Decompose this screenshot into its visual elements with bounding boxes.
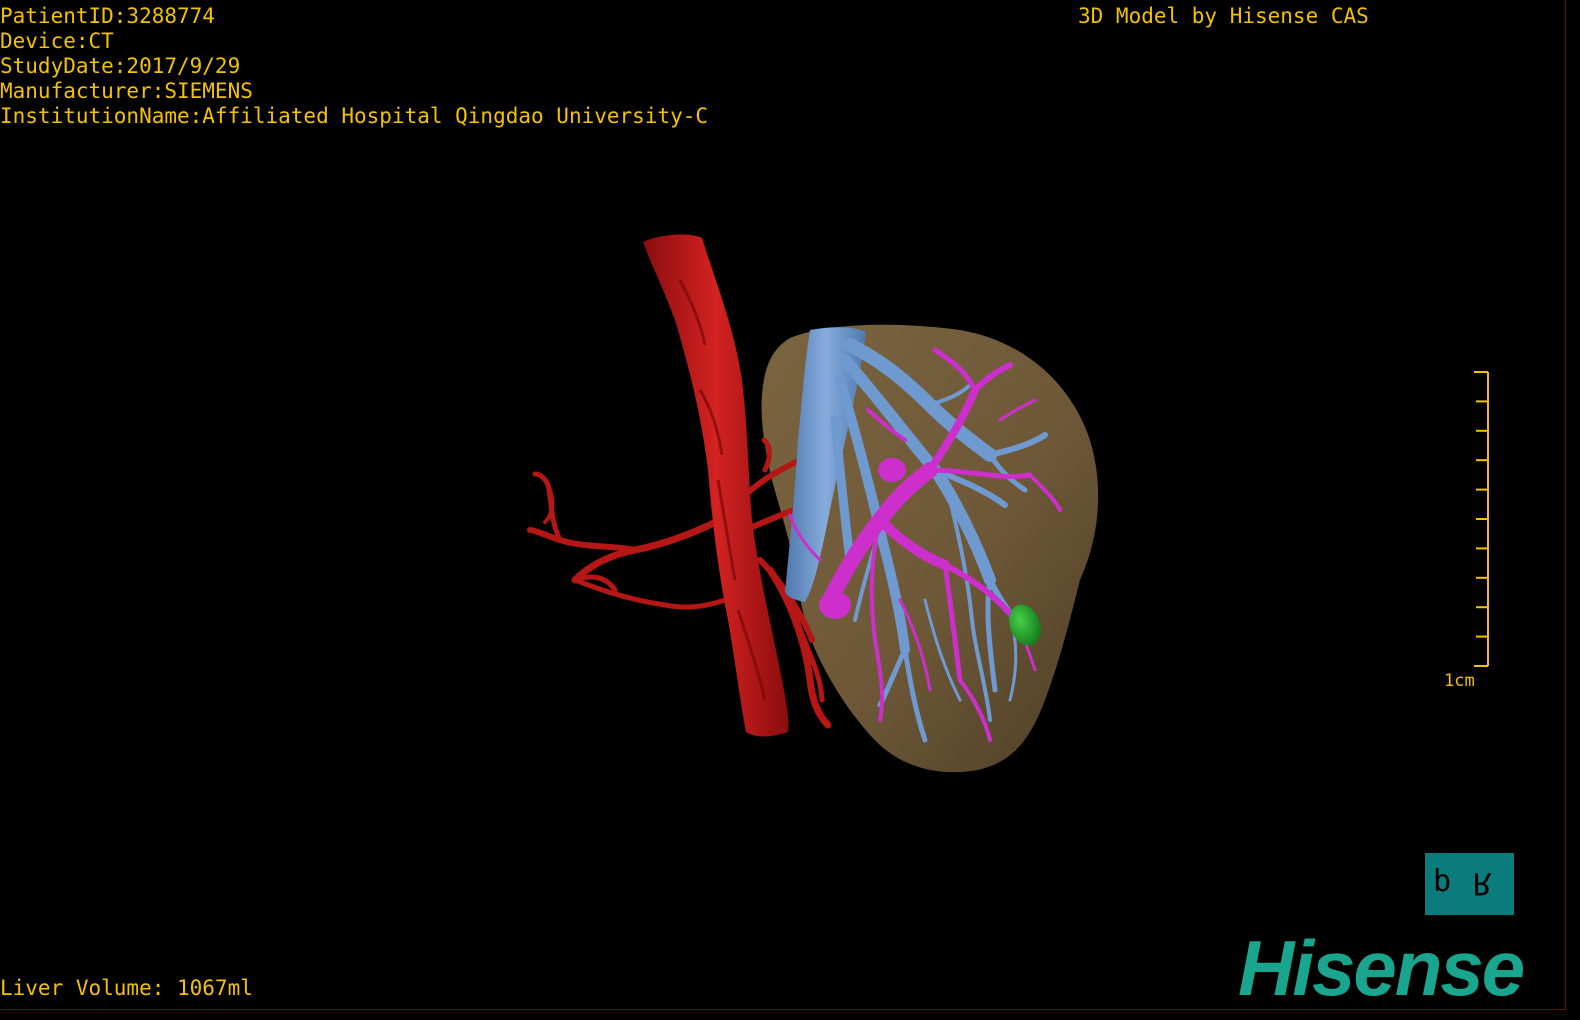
model-credit-label: 3D Model by Hisense CAS xyxy=(1078,4,1369,28)
study-date-label: StudyDate:2017/9/29 xyxy=(0,54,241,78)
3d-viewport[interactable]: PatientID:3288774 Device:CT StudyDate:20… xyxy=(0,0,1566,1010)
institution-label: InstitutionName:Affiliated Hospital Qing… xyxy=(0,104,709,128)
portal-branch-node xyxy=(878,458,906,482)
orientation-letter-left: d xyxy=(1433,864,1452,899)
scale-bar xyxy=(1474,371,1489,667)
scale-bar-label: 1cm xyxy=(1444,671,1475,691)
manufacturer-label: Manufacturer:SIEMENS xyxy=(0,79,253,103)
liver-3d-model[interactable] xyxy=(0,0,1566,1010)
orientation-letter-right: R xyxy=(1473,865,1492,900)
patient-id-label: PatientID:3288774 xyxy=(0,4,215,28)
device-label: Device:CT xyxy=(0,29,114,53)
liver-volume-label: Liver Volume: 1067ml xyxy=(0,976,253,1000)
orientation-marker[interactable]: d R xyxy=(1425,853,1514,915)
hisense-logo: Hisense xyxy=(1238,924,1525,1010)
aorta xyxy=(643,234,789,737)
portal-confluence xyxy=(819,591,851,619)
